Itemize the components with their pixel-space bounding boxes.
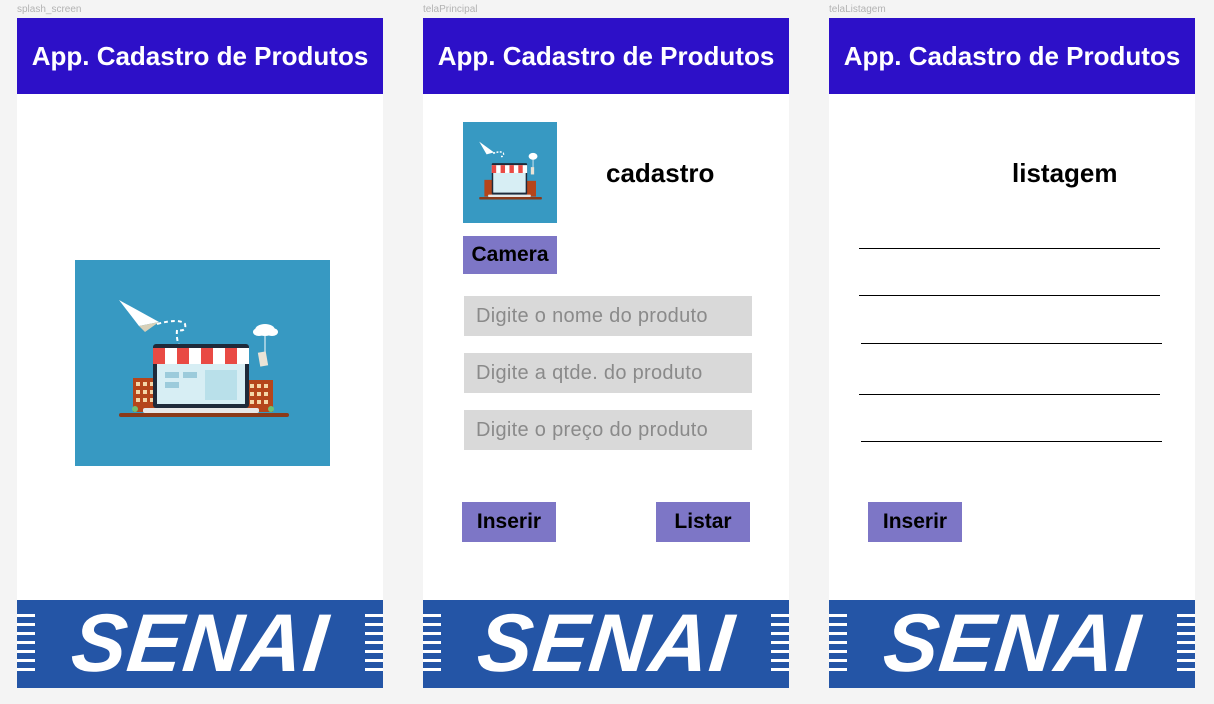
app-header: App. Cadastro de Produtos bbox=[17, 18, 383, 94]
inserir-button[interactable]: Inserir bbox=[868, 502, 962, 542]
product-name-input[interactable] bbox=[464, 296, 752, 336]
product-price-input[interactable] bbox=[464, 410, 752, 450]
senai-footer: SENAI bbox=[17, 600, 383, 688]
senai-footer: SENAI bbox=[829, 600, 1195, 688]
app-header: App. Cadastro de Produtos bbox=[829, 18, 1195, 94]
frame-label-listagem: telaListagem bbox=[829, 4, 886, 15]
shop-illustration-svg bbox=[75, 260, 330, 466]
design-canvas: splash_screen App. Cadastro de Produtos bbox=[0, 0, 1214, 704]
list-item[interactable] bbox=[859, 394, 1160, 395]
splash-screen-frame: App. Cadastro de Produtos SENAI bbox=[17, 18, 383, 688]
product-image-icon[interactable] bbox=[463, 122, 557, 223]
app-title: App. Cadastro de Produtos bbox=[31, 40, 369, 71]
product-image-svg bbox=[463, 122, 557, 223]
camera-button[interactable]: Camera bbox=[463, 236, 557, 274]
senai-footer: SENAI bbox=[423, 600, 789, 688]
product-qty-input[interactable] bbox=[464, 353, 752, 393]
list-item[interactable] bbox=[861, 343, 1162, 344]
senai-logo: SENAI bbox=[473, 600, 739, 688]
senai-logo: SENAI bbox=[879, 600, 1145, 688]
app-title: App. Cadastro de Produtos bbox=[843, 40, 1181, 71]
app-title: App. Cadastro de Produtos bbox=[437, 40, 775, 71]
list-item[interactable] bbox=[859, 295, 1160, 296]
senai-logo: SENAI bbox=[67, 600, 333, 688]
frame-label-splash: splash_screen bbox=[17, 4, 82, 15]
listar-button[interactable]: Listar bbox=[656, 502, 750, 542]
list-item[interactable] bbox=[859, 248, 1160, 249]
online-shop-laptop-icon bbox=[75, 260, 330, 466]
listagem-heading: listagem bbox=[1012, 158, 1118, 188]
list-item[interactable] bbox=[861, 441, 1162, 442]
cadastro-heading: cadastro bbox=[606, 158, 715, 188]
tela-principal-frame: App. Cadastro de Produtos cadastro Camer… bbox=[423, 18, 789, 688]
tela-listagem-frame: App. Cadastro de Produtos listagem Inser… bbox=[829, 18, 1195, 688]
frame-label-principal: telaPrincipal bbox=[423, 4, 478, 15]
app-header: App. Cadastro de Produtos bbox=[423, 18, 789, 94]
inserir-button[interactable]: Inserir bbox=[462, 502, 556, 542]
